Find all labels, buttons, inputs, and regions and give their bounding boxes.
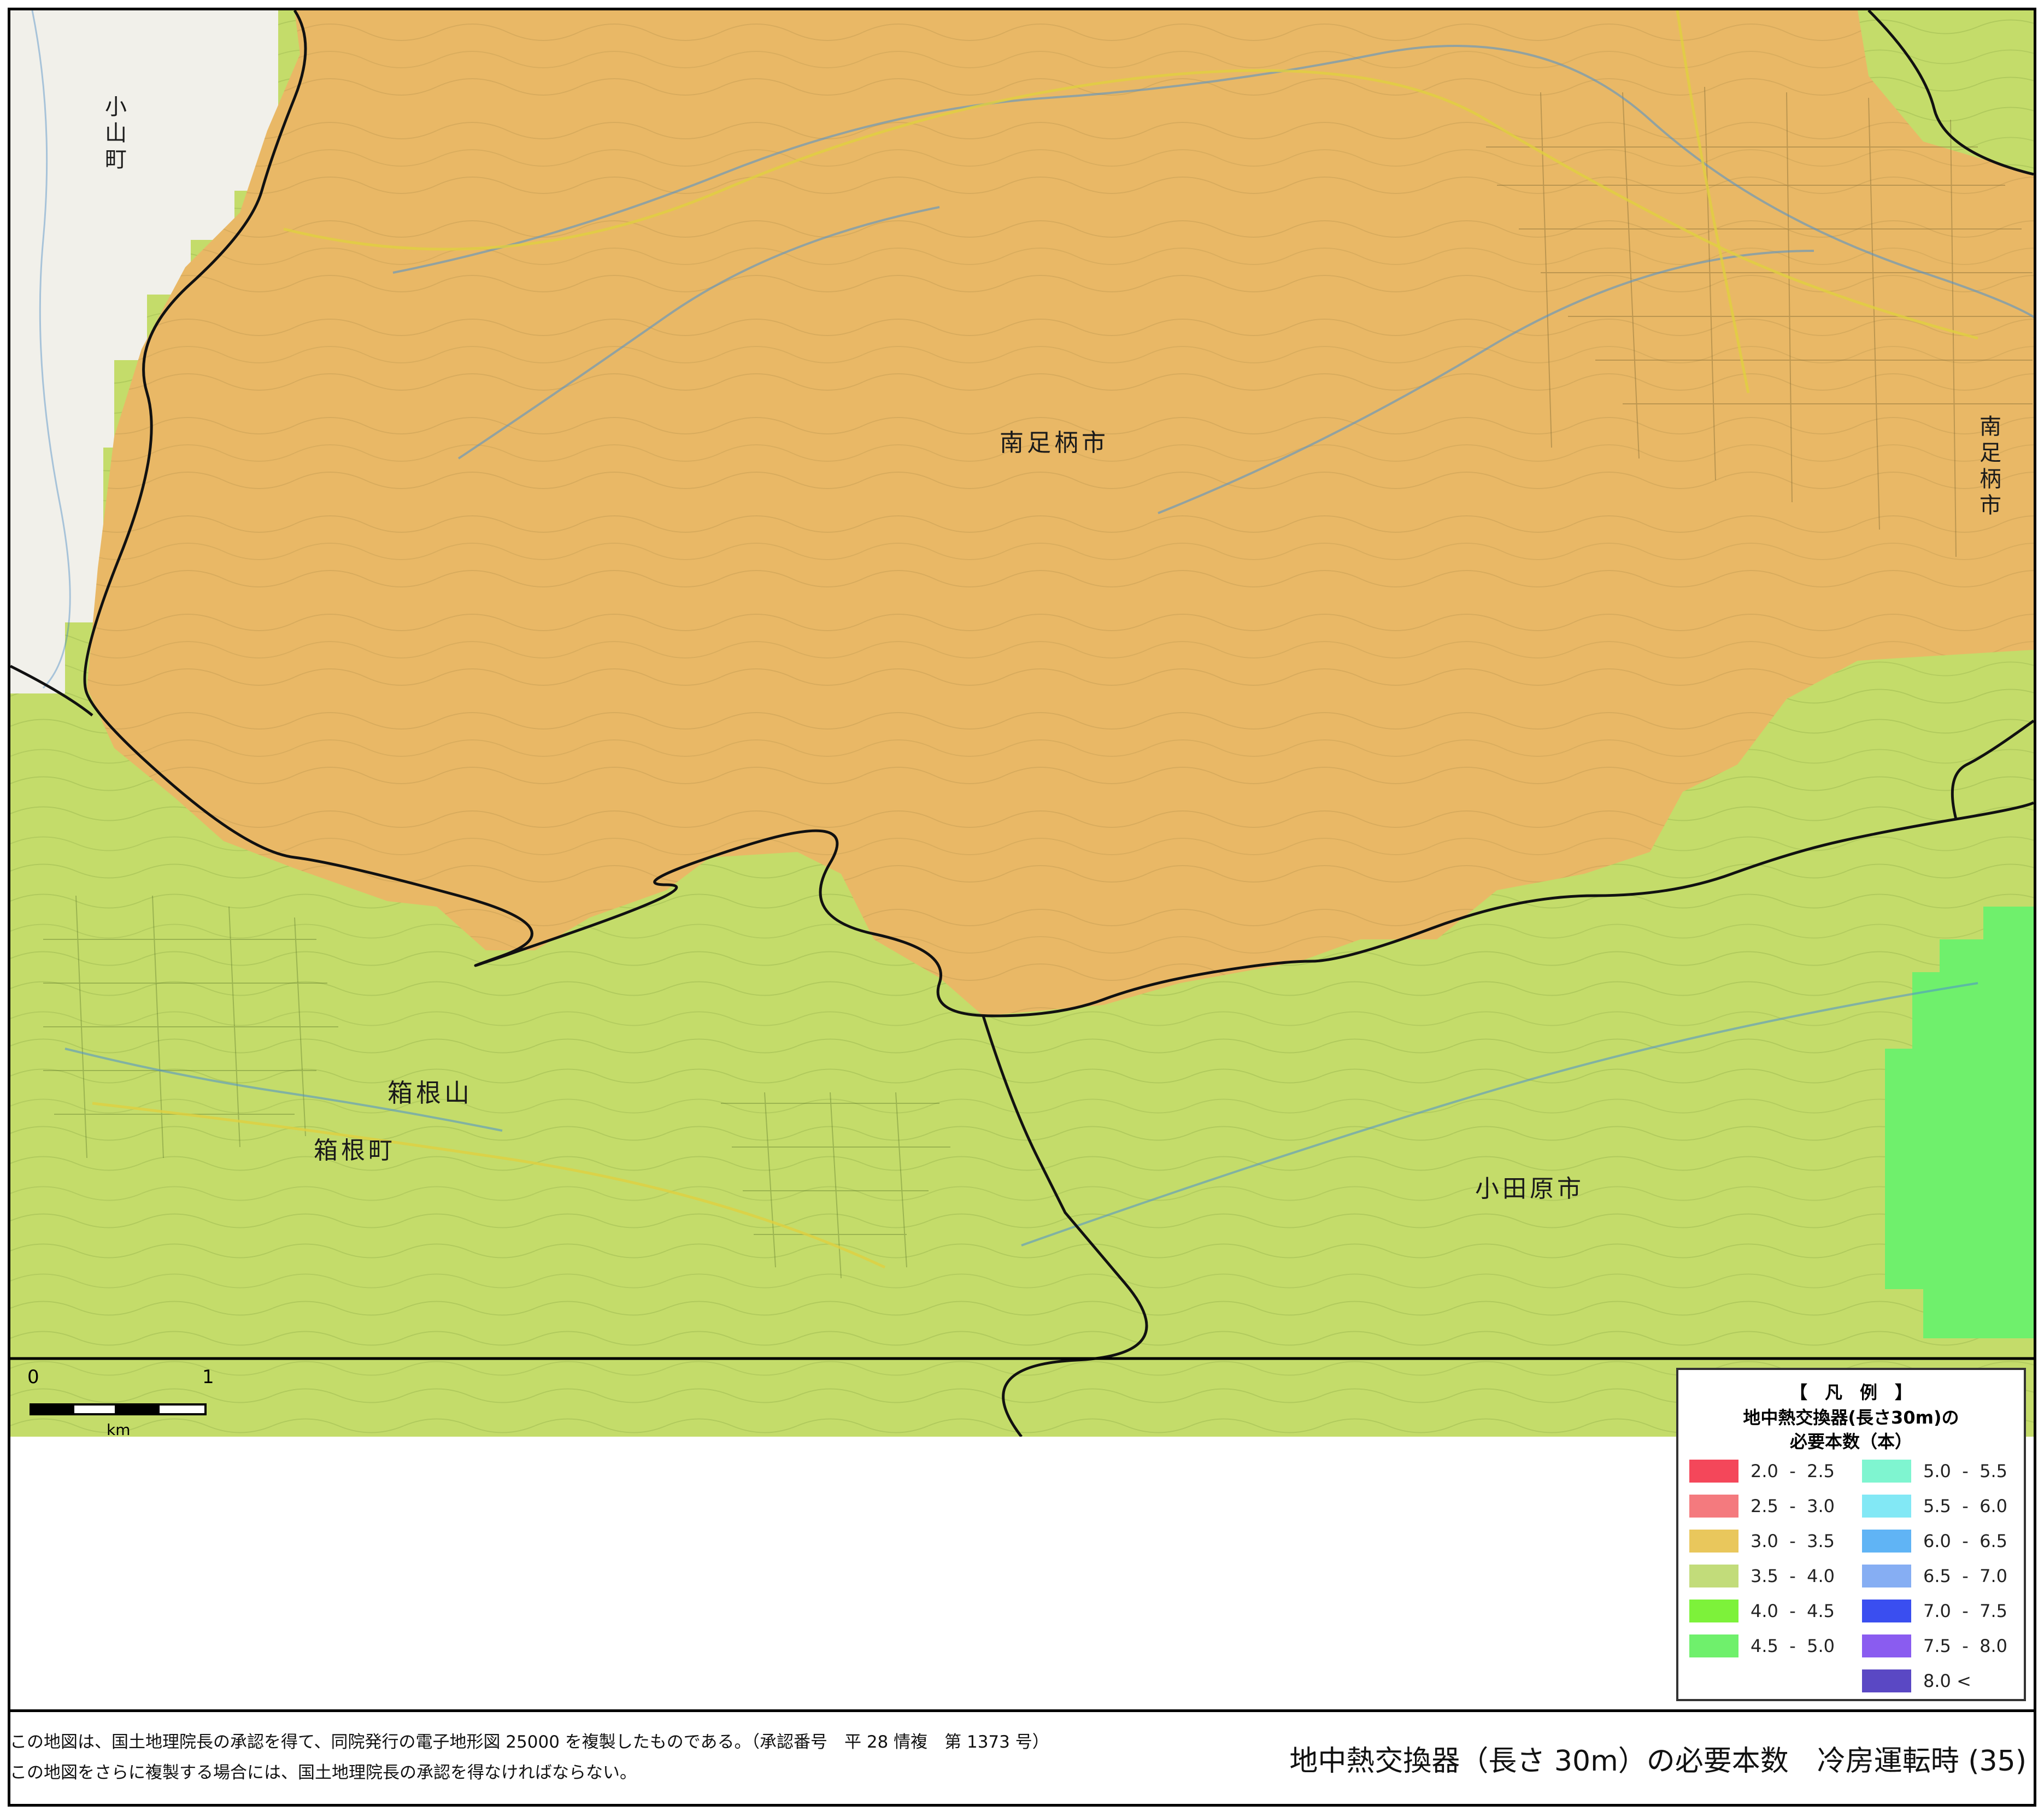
legend-item: 7.0 - 7.5 <box>1862 1598 2007 1624</box>
legend-swatch <box>1689 1495 1738 1518</box>
legend-swatch <box>1689 1600 1738 1622</box>
map-graphic <box>10 10 2034 1437</box>
footer-divider <box>8 1709 2036 1712</box>
legend-label: 3.5 - 4.0 <box>1751 1566 1835 1586</box>
place-minamiashigara: 南足柄市 <box>1000 429 1109 457</box>
map-title: 地中熱交換器（長さ 30m）の必要本数 冷房運転時 (35) <box>1289 1745 2027 1778</box>
legend-item: 7.5 - 8.0 <box>1862 1633 2007 1659</box>
scale-bar-segment-1 <box>30 1403 74 1415</box>
footer-note-1: この地図は、国土地理院長の承認を得て、同院発行の電子地形図 25000 を複製し… <box>10 1732 1049 1752</box>
legend-title-bracket: 【 凡 例 】 <box>1789 1382 1912 1403</box>
legend-item: 5.5 - 6.0 <box>1862 1494 2007 1519</box>
place-odawara: 小田原市 <box>1475 1175 1584 1203</box>
scale-bar: 0 1 km <box>27 1366 214 1443</box>
place-hakoneyama: 箱根山 <box>387 1078 473 1108</box>
legend-swatch <box>1862 1634 1911 1657</box>
legend-item: 3.5 - 4.0 <box>1689 1563 1835 1589</box>
scale-bar-segment-3 <box>115 1403 160 1415</box>
legend-item: 6.5 - 7.0 <box>1862 1563 2007 1589</box>
legend-swatch <box>1862 1460 1911 1483</box>
legend-item: 6.0 - 6.5 <box>1862 1528 2007 1554</box>
legend-label: 7.0 - 7.5 <box>1923 1601 2008 1621</box>
legend-item: 4.5 - 5.0 <box>1689 1633 1835 1659</box>
legend-label: 5.0 - 5.5 <box>1923 1461 2008 1481</box>
legend-item: 4.0 - 4.5 <box>1689 1598 1835 1624</box>
scale-end: 1 <box>202 1366 214 1388</box>
legend-label: 8.0 < <box>1923 1671 1971 1691</box>
place-minamiashigara-edge: 南足柄市 <box>1976 415 2001 520</box>
legend-label: 4.5 - 5.0 <box>1751 1636 1835 1656</box>
legend-swatch <box>1862 1530 1911 1553</box>
legend-swatch <box>1689 1530 1738 1553</box>
legend-item: 5.0 - 5.5 <box>1862 1459 2007 1484</box>
legend-swatch <box>1862 1600 1911 1622</box>
legend-item: 2.0 - 2.5 <box>1689 1459 1835 1484</box>
place-hakone-town: 箱根町 <box>314 1137 396 1165</box>
legend-swatch <box>1862 1565 1911 1587</box>
legend-label: 2.5 - 3.0 <box>1751 1496 1835 1516</box>
legend-label: 4.0 - 4.5 <box>1751 1601 1835 1621</box>
legend-title-line2: 必要本数（本） <box>1789 1431 1912 1452</box>
legend-swatch <box>1689 1565 1738 1587</box>
legend-label: 5.5 - 6.0 <box>1923 1496 2008 1516</box>
scale-unit: km <box>107 1421 131 1439</box>
legend-label: 3.0 - 3.5 <box>1751 1531 1835 1551</box>
scale-bar-segment-4 <box>157 1403 207 1415</box>
legend-swatch <box>1862 1495 1911 1518</box>
legend-label: 6.5 - 7.0 <box>1923 1566 2008 1586</box>
legend-item: 2.5 - 3.0 <box>1689 1494 1835 1519</box>
legend-label: 2.0 - 2.5 <box>1751 1461 1835 1481</box>
legend-title-line1: 地中熱交換器(長さ30m)の <box>1743 1407 1959 1428</box>
legend-label: 7.5 - 8.0 <box>1923 1636 2008 1656</box>
legend-swatch <box>1689 1634 1738 1657</box>
place-oyama: 小山町 <box>101 95 126 174</box>
legend-label: 6.0 - 6.5 <box>1923 1531 2008 1551</box>
scale-start: 0 <box>27 1366 39 1388</box>
map-area[interactable]: 小山町 南足柄市 南足柄市 箱根山 箱根町 小田原市 <box>10 10 2034 1437</box>
legend-swatch <box>1689 1460 1738 1483</box>
legend-item: 8.0 < <box>1862 1668 1971 1694</box>
scale-bar-segment-2 <box>72 1403 117 1415</box>
legend-swatch <box>1862 1669 1911 1692</box>
legend: 【 凡 例 】 地中熱交換器(長さ30m)の 必要本数（本） 2.0 - 2.5… <box>1676 1368 2026 1701</box>
legend-item: 3.0 - 3.5 <box>1689 1528 1835 1554</box>
footer-note-2: この地図をさらに複製する場合には、国土地理院長の承認を得なければならない。 <box>10 1763 637 1783</box>
